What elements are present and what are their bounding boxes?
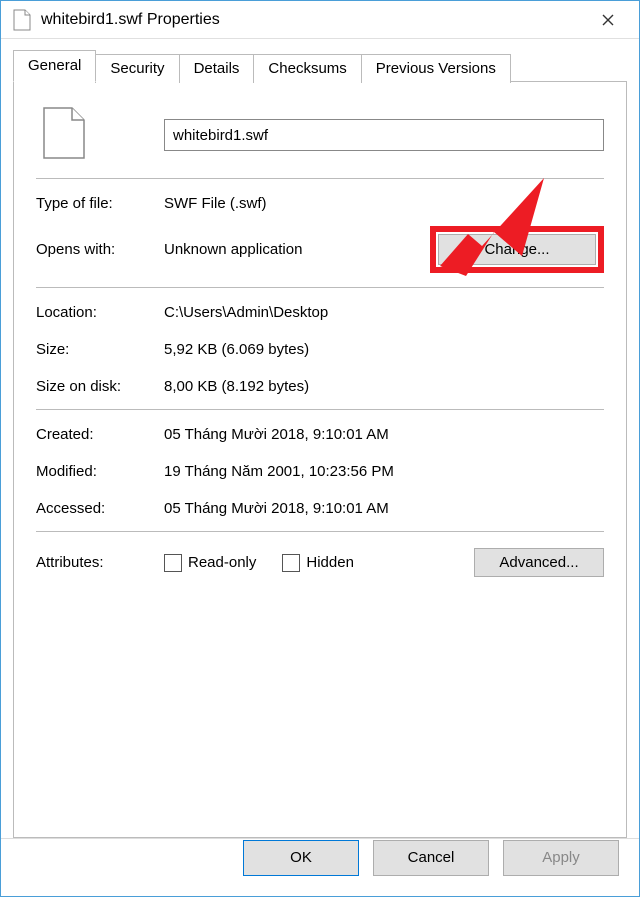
type-value: SWF File (.swf): [164, 195, 604, 212]
hidden-checkbox-input[interactable]: [282, 554, 300, 572]
sizeondisk-value: 8,00 KB (8.192 bytes): [164, 378, 604, 395]
advanced-button[interactable]: Advanced...: [474, 548, 604, 577]
change-button[interactable]: Change...: [438, 234, 596, 265]
tab-previous-versions[interactable]: Previous Versions: [361, 54, 511, 83]
created-value: 05 Tháng Mười 2018, 9:10:01 AM: [164, 426, 604, 443]
tab-strip: General Security Details Checksums Previ…: [13, 49, 627, 81]
titlebar: whitebird1.swf Properties: [1, 1, 639, 39]
tab-content: Type of file: SWF File (.swf) Opens with…: [13, 81, 627, 838]
attributes-row: Attributes: Read-only Hidden Advanced...: [36, 548, 604, 577]
openswith-label: Opens with:: [36, 241, 164, 258]
separator: [36, 531, 604, 532]
attributes-label: Attributes:: [36, 554, 164, 571]
cancel-button[interactable]: Cancel: [373, 840, 489, 876]
client-area: General Security Details Checksums Previ…: [1, 39, 639, 838]
ok-button[interactable]: OK: [243, 840, 359, 876]
tab-security[interactable]: Security: [95, 54, 179, 83]
dialog-footer: OK Cancel Apply: [1, 838, 639, 896]
size-row: Size: 5,92 KB (6.069 bytes): [36, 341, 604, 358]
openswith-row: Opens with: Unknown application Change..…: [36, 226, 604, 273]
filename-row: [36, 106, 604, 164]
sizeondisk-label: Size on disk:: [36, 378, 164, 395]
modified-value: 19 Tháng Năm 2001, 10:23:56 PM: [164, 463, 604, 480]
size-label: Size:: [36, 341, 164, 358]
annotation-highlight: Change...: [430, 226, 604, 273]
location-row: Location: C:\Users\Admin\Desktop: [36, 304, 604, 321]
accessed-row: Accessed: 05 Tháng Mười 2018, 9:10:01 AM: [36, 500, 604, 517]
type-label: Type of file:: [36, 195, 164, 212]
modified-row: Modified: 19 Tháng Năm 2001, 10:23:56 PM: [36, 463, 604, 480]
created-label: Created:: [36, 426, 164, 443]
readonly-checkbox-input[interactable]: [164, 554, 182, 572]
accessed-value: 05 Tháng Mười 2018, 9:10:01 AM: [164, 500, 604, 517]
tab-checksums[interactable]: Checksums: [253, 54, 361, 83]
modified-label: Modified:: [36, 463, 164, 480]
apply-button[interactable]: Apply: [503, 840, 619, 876]
accessed-label: Accessed:: [36, 500, 164, 517]
size-value: 5,92 KB (6.069 bytes): [164, 341, 604, 358]
location-value: C:\Users\Admin\Desktop: [164, 304, 604, 321]
tab-details[interactable]: Details: [179, 54, 255, 83]
location-label: Location:: [36, 304, 164, 321]
openswith-value: Unknown application: [164, 241, 302, 258]
window-title: whitebird1.swf Properties: [41, 11, 585, 29]
readonly-checkbox-label: Read-only: [188, 554, 256, 571]
readonly-checkbox[interactable]: Read-only: [164, 554, 256, 572]
sizeondisk-row: Size on disk: 8,00 KB (8.192 bytes): [36, 378, 604, 395]
hidden-checkbox[interactable]: Hidden: [282, 554, 354, 572]
file-type-icon: [42, 147, 86, 164]
separator: [36, 287, 604, 288]
file-icon: [13, 9, 31, 31]
tab-general[interactable]: General: [13, 50, 96, 82]
separator: [36, 409, 604, 410]
close-button[interactable]: [585, 1, 631, 39]
filename-input[interactable]: [164, 119, 604, 151]
separator: [36, 178, 604, 179]
properties-dialog: whitebird1.swf Properties General Securi…: [0, 0, 640, 897]
hidden-checkbox-label: Hidden: [306, 554, 354, 571]
type-row: Type of file: SWF File (.swf): [36, 195, 604, 212]
created-row: Created: 05 Tháng Mười 2018, 9:10:01 AM: [36, 426, 604, 443]
